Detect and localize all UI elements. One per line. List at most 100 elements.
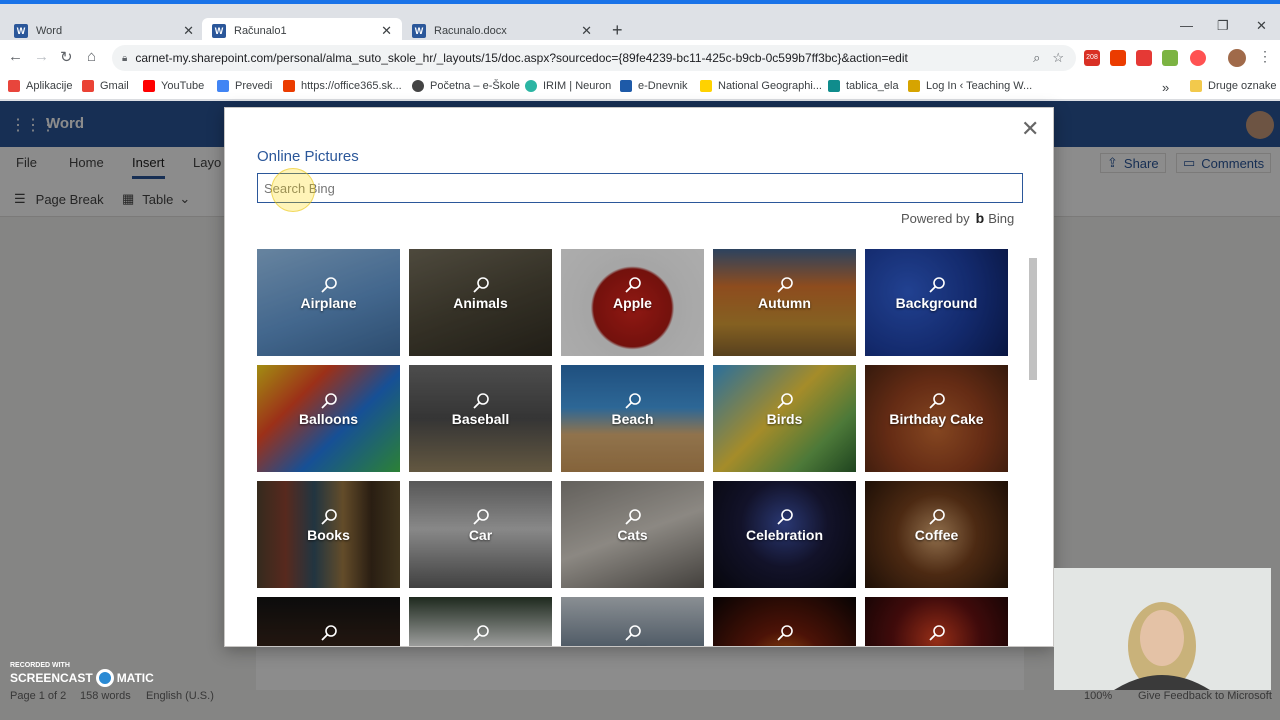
watermark-caption: RECORDED WITH [10, 662, 70, 669]
bookmark-item[interactable]: Početna – e-Škole [412, 80, 520, 92]
bookmark-item[interactable]: IRIM | Neuron [525, 80, 611, 92]
bookmarks-bar: Aplikacije Gmail YouTube Prevedi https:/… [0, 76, 1280, 100]
search-icon [625, 393, 641, 409]
category-label: Airplane [300, 295, 357, 311]
bookmark-item[interactable]: Gmail [82, 80, 129, 92]
category-label: Birds [766, 411, 803, 427]
category-tile-background[interactable]: Background [865, 249, 1008, 356]
category-label: Family [561, 643, 704, 646]
bookmark-item[interactable]: Aplikacije [8, 80, 72, 92]
category-label: Autumn [758, 295, 811, 311]
category-tile-animals[interactable]: Animals [409, 249, 552, 356]
bing-logo-icon: b [975, 210, 985, 226]
category-label: Dogs [409, 643, 552, 646]
home-icon[interactable]: ⌂ [87, 48, 96, 65]
category-label: Celebration [745, 527, 823, 543]
category-label: Beach [611, 411, 654, 427]
reload-icon[interactable]: ↻ [60, 48, 73, 66]
forward-icon[interactable]: → [34, 48, 49, 65]
bookmark-item[interactable]: National Geographi... [700, 80, 822, 92]
category-label: Apple [613, 295, 652, 311]
category-tile-baseball[interactable]: Baseball [409, 365, 552, 472]
category-tile-airplane[interactable]: Airplane [257, 249, 400, 356]
category-tile-balloons[interactable]: Balloons [257, 365, 400, 472]
search-icon [625, 625, 641, 641]
category-tile-family[interactable]: Family [561, 597, 704, 646]
category-label: Coffee [914, 527, 959, 543]
category-tile-birthday-cake[interactable]: Birthday Cake [865, 365, 1008, 472]
webcam-overlay [1054, 568, 1271, 690]
more-menu-icon[interactable]: ⋮ [1258, 48, 1272, 65]
extension-icon[interactable] [1190, 50, 1206, 66]
category-tile-beach[interactable]: Beach [561, 365, 704, 472]
extension-icon[interactable] [1136, 50, 1152, 66]
close-icon[interactable]: ✕ [183, 23, 194, 39]
category-tile-fireworks[interactable]: Fireworks [865, 597, 1008, 646]
other-bookmarks[interactable]: Druge oznake [1190, 80, 1277, 92]
bookmark-item[interactable]: https://office365.sk... [283, 80, 402, 92]
search-icon [777, 509, 793, 525]
close-dialog-icon[interactable]: ✕ [1021, 116, 1039, 142]
minimize-icon[interactable]: — [1180, 18, 1193, 33]
extension-calendar-icon[interactable]: 208 [1084, 50, 1100, 66]
category-label: Birthday Cake [889, 411, 984, 427]
tab-label: Word [36, 25, 63, 37]
category-tile-dogs[interactable]: Dogs [409, 597, 552, 646]
category-label: Animals [453, 295, 508, 311]
category-tile-fire[interactable]: Fire [713, 597, 856, 646]
category-tile-dogs[interactable]: Dogs [257, 597, 400, 646]
category-label: Cats [617, 527, 648, 543]
bookmark-item[interactable]: e-Dnevnik [620, 80, 688, 92]
gmail-icon [82, 80, 94, 92]
bookmark-item[interactable]: Log In ‹ Teaching W... [908, 80, 1032, 92]
zoom-icon[interactable]: ⌕ [1033, 50, 1040, 66]
folder-icon [1190, 80, 1202, 92]
word-icon: W [212, 24, 226, 38]
category-tile-autumn[interactable]: Autumn [713, 249, 856, 356]
sheet-icon [828, 80, 840, 92]
scrollbar-thumb[interactable] [1029, 258, 1037, 380]
extension-office-icon[interactable] [1110, 50, 1126, 66]
screencast-watermark: RECORDED WITH SCREENCAST MATIC [10, 662, 154, 687]
category-label: Car [468, 527, 493, 543]
back-icon[interactable]: ← [8, 48, 23, 65]
lock-icon: 🔒︎ [122, 52, 128, 64]
maximize-icon[interactable]: ❐ [1217, 18, 1229, 34]
category-label: Background [895, 295, 978, 311]
bookmarks-overflow-button[interactable]: » [1162, 80, 1169, 95]
category-label: Dogs [257, 643, 400, 646]
search-icon [777, 625, 793, 641]
category-tile-coffee[interactable]: Coffee [865, 481, 1008, 588]
url-text: carnet-my.sharepoint.com/personal/alma_s… [135, 51, 908, 65]
window-close-icon[interactable]: ✕ [1256, 18, 1267, 34]
presenter-video [1054, 568, 1271, 690]
search-icon [321, 625, 337, 641]
extension-icon[interactable] [1162, 50, 1178, 66]
close-icon[interactable]: ✕ [581, 23, 592, 39]
category-tile-car[interactable]: Car [409, 481, 552, 588]
close-icon[interactable]: ✕ [381, 23, 392, 39]
search-input[interactable] [257, 173, 1023, 203]
address-bar[interactable]: 🔒︎ carnet-my.sharepoint.com/personal/alm… [112, 45, 1076, 71]
bookmark-item[interactable]: YouTube [143, 80, 204, 92]
dialog-title: Online Pictures [257, 148, 359, 165]
category-tile-cats[interactable]: Cats [561, 481, 704, 588]
bookmark-item[interactable]: Prevedi [217, 80, 272, 92]
bookmark-star-icon[interactable]: ☆ [1052, 50, 1064, 66]
category-tile-celebration[interactable]: Celebration [713, 481, 856, 588]
neuron-icon [525, 80, 537, 92]
word-icon: W [412, 24, 426, 38]
category-tile-birds[interactable]: Birds [713, 365, 856, 472]
profile-avatar[interactable] [1228, 49, 1246, 67]
category-label: Books [307, 527, 350, 543]
category-tile-apple[interactable]: Apple [561, 249, 704, 356]
category-grid: Airplane Animals Apple Autumn Background Ball… [257, 249, 1009, 646]
powered-by-bing: Powered by b Bing [901, 210, 1015, 226]
search-icon [929, 393, 945, 409]
translate-icon [217, 80, 229, 92]
bookmark-item[interactable]: tablica_ela [828, 80, 899, 92]
new-tab-button[interactable]: + [612, 20, 623, 41]
category-tile-books[interactable]: Books [257, 481, 400, 588]
office-icon [283, 80, 295, 92]
tab-label: Racunalo.docx [434, 25, 507, 37]
